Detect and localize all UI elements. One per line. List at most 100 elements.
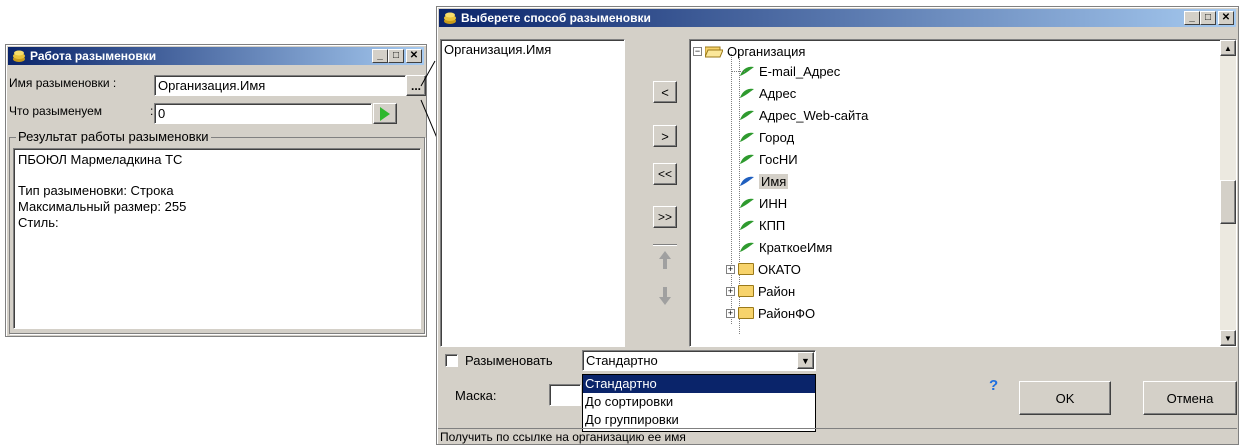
mask-label: Маска: xyxy=(455,388,497,403)
folder-icon xyxy=(738,307,754,319)
mode-option[interactable]: Стандартно xyxy=(583,375,815,393)
help-icon[interactable]: ? xyxy=(989,377,998,394)
what-field[interactable]: 0 xyxy=(154,103,372,124)
tree-leaf-kpp[interactable]: КПП xyxy=(739,215,785,235)
mode-dropdown-button[interactable]: ▼ xyxy=(797,352,814,369)
right-window-title: Выберете способ разыменовки xyxy=(461,11,651,25)
field-icon xyxy=(740,110,754,120)
open-folder-icon xyxy=(705,46,723,57)
move-left-label: < xyxy=(661,84,669,100)
tree-folder-okato[interactable]: + ОКАТО xyxy=(726,259,801,279)
maximize-icon: □ xyxy=(1204,12,1212,23)
field-icon xyxy=(740,176,754,186)
close-icon: ✕ xyxy=(409,50,419,61)
what-label: Что разыменуем xyxy=(9,104,103,118)
tree-leaf-label: ИНН xyxy=(759,195,788,211)
result-group: Результат работы разыменовки ПБОЮЛ Марме… xyxy=(9,129,425,334)
mode-option[interactable]: До сортировки xyxy=(583,393,815,411)
maximize-icon: □ xyxy=(392,50,400,61)
chevron-down-icon: ▼ xyxy=(801,355,810,366)
tree-root-label: Организация xyxy=(727,43,806,59)
result-line-4: Максимальный размер: 255 xyxy=(18,199,187,214)
tree-leaf-city[interactable]: Город xyxy=(739,127,794,147)
folder-icon xyxy=(738,285,754,297)
tree-leaf-label: Адрес xyxy=(759,85,797,101)
move-all-left-button[interactable]: << xyxy=(653,163,677,185)
tree-leaf-name-selected[interactable]: Имя xyxy=(739,171,789,191)
minimize-button[interactable]: _ xyxy=(372,49,388,63)
mode-dropdown-list[interactable]: Стандартно До сортировки До группировки xyxy=(582,374,816,432)
expand-icon[interactable]: + xyxy=(726,286,735,296)
vertical-scrollbar[interactable]: ▲ ▼ xyxy=(1220,40,1236,346)
tree-folder-districtfo[interactable]: + РайонФО xyxy=(726,303,815,323)
dereference-checkbox[interactable] xyxy=(445,354,458,367)
field-icon xyxy=(740,242,754,252)
separator xyxy=(653,244,677,246)
minimize-icon: _ xyxy=(377,50,383,61)
result-line-5: Стиль: xyxy=(18,215,59,230)
maximize-button[interactable]: □ xyxy=(1200,11,1216,25)
result-textarea[interactable]: ПБОЮЛ Мармеладкина ТС Тип разыменовки: С… xyxy=(13,148,421,329)
minimize-icon: _ xyxy=(1189,12,1195,23)
tree-leaf-label: ГосНИ xyxy=(759,151,798,167)
left-window-titlebar[interactable]: Работа разыменовки _ □ ✕ xyxy=(8,47,424,65)
field-icon xyxy=(740,154,754,164)
collapse-icon[interactable]: − xyxy=(693,46,702,56)
name-field-value: Организация.Имя xyxy=(158,78,266,93)
right-window-titlebar[interactable]: Выберете способ разыменовки _ □ ✕ xyxy=(439,9,1236,27)
run-button[interactable] xyxy=(373,103,397,124)
name-field[interactable]: Организация.Имя xyxy=(154,75,406,96)
choose-dereference-window: Выберете способ разыменовки _ □ ✕ Органи… xyxy=(436,6,1239,445)
name-label: Имя разыменовки : xyxy=(9,76,117,90)
scroll-thumb[interactable] xyxy=(1220,180,1236,224)
tree-folder-label: РайонФО xyxy=(758,305,816,321)
coins-icon xyxy=(13,50,25,62)
selected-path-item[interactable]: Организация.Имя xyxy=(444,42,551,57)
expand-icon[interactable]: + xyxy=(726,308,735,318)
mode-select-value: Стандартно xyxy=(586,353,658,368)
tree-leaf-gosni[interactable]: ГосНИ xyxy=(739,149,798,169)
tree-leaf-label: Адрес_Web-сайта xyxy=(759,107,869,123)
scroll-down-button[interactable]: ▼ xyxy=(1220,330,1236,346)
move-left-button[interactable]: < xyxy=(653,81,677,103)
arrow-up-icon[interactable] xyxy=(659,251,671,269)
close-button[interactable]: ✕ xyxy=(1218,11,1234,25)
what-field-value: 0 xyxy=(158,106,166,121)
tree-folder-label: Район xyxy=(758,283,796,299)
selected-path-list[interactable]: Организация.Имя xyxy=(440,39,625,347)
tree-folder-district[interactable]: + Район xyxy=(726,281,795,301)
result-line-3: Тип разыменовки: Строка xyxy=(18,183,174,198)
move-all-left-label: << xyxy=(657,167,672,181)
expand-icon[interactable]: + xyxy=(726,264,735,274)
arrow-down-icon[interactable] xyxy=(659,287,671,305)
status-bar: Получить по ссылке на организацию ее имя xyxy=(438,428,1237,444)
mask-field[interactable] xyxy=(549,384,581,406)
ok-button[interactable]: OK xyxy=(1019,381,1111,415)
tree-leaf-inn[interactable]: ИНН xyxy=(739,193,787,213)
field-icon xyxy=(740,220,754,230)
move-right-button[interactable]: > xyxy=(653,125,677,147)
tree-leaf-label: Город xyxy=(759,129,795,145)
maximize-button[interactable]: □ xyxy=(388,49,404,63)
tree-folder-label: ОКАТО xyxy=(758,261,801,277)
mode-select[interactable]: Стандартно ▼ xyxy=(582,350,816,371)
tree-leaf-shortname[interactable]: КраткоеИмя xyxy=(739,237,832,257)
mode-option[interactable]: До группировки xyxy=(583,411,815,429)
scroll-up-button[interactable]: ▲ xyxy=(1220,40,1236,56)
minimize-button[interactable]: _ xyxy=(1184,11,1200,25)
tree-leaf-label: E-mail_Адрес xyxy=(759,63,841,79)
dereference-work-window: Работа разыменовки _ □ ✕ Имя разыменовки… xyxy=(5,44,427,337)
tree-leaf-label: КраткоеИмя xyxy=(759,239,833,255)
tree-leaf-website[interactable]: Адрес_Web-сайта xyxy=(739,105,868,125)
play-icon xyxy=(380,106,390,121)
tree-leaf-address[interactable]: Адрес xyxy=(739,83,796,103)
move-right-label: > xyxy=(661,128,669,144)
status-text: Получить по ссылке на организацию ее имя xyxy=(440,430,686,444)
move-all-right-button[interactable]: >> xyxy=(653,206,677,228)
cancel-label: Отмена xyxy=(1166,390,1214,406)
fields-tree[interactable]: − Организация E-mail_Адрес Адрес Адрес_W… xyxy=(689,39,1237,347)
tree-leaf-email[interactable]: E-mail_Адрес xyxy=(731,61,841,81)
field-icon xyxy=(740,132,754,142)
cancel-button[interactable]: Отмена xyxy=(1143,381,1237,415)
tree-root-row[interactable]: − Организация xyxy=(693,41,805,61)
